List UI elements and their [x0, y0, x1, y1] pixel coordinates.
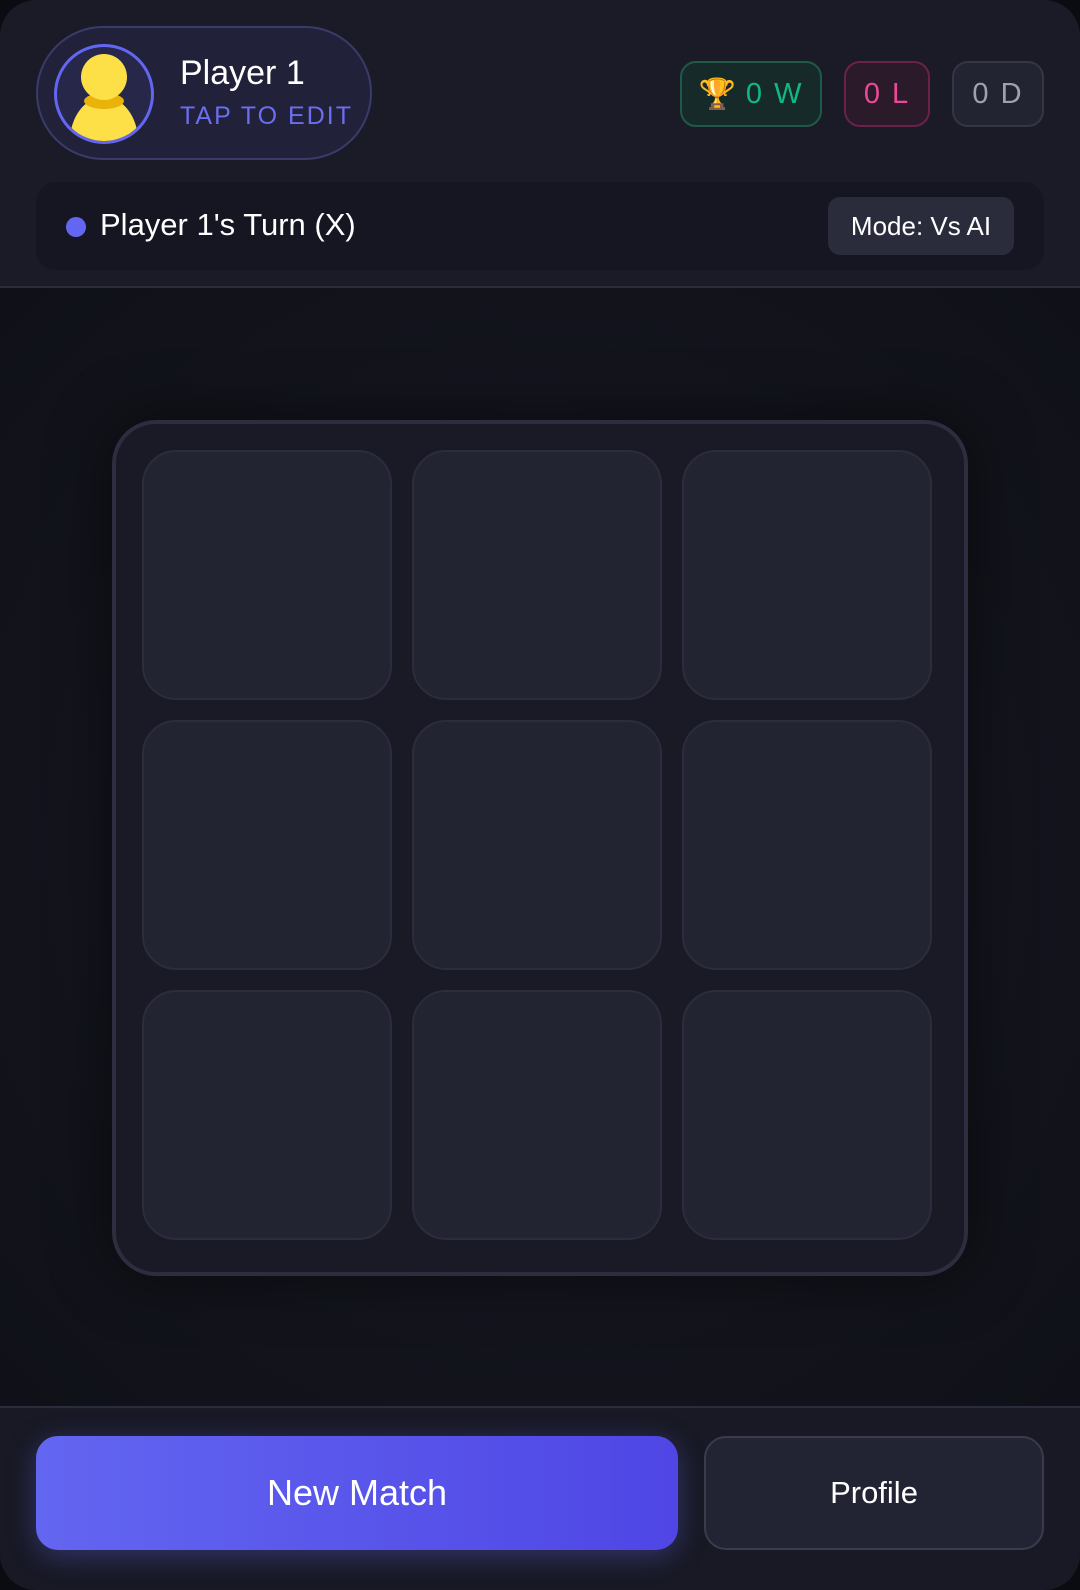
- draws-count: 0 D: [972, 77, 1024, 110]
- losses-count: 0 L: [863, 77, 911, 110]
- board-cell-1[interactable]: [142, 450, 392, 700]
- board-cell-7[interactable]: [142, 990, 392, 1240]
- game-screen: Player 1 TAP TO EDIT 🏆 0 W 0 L 0 D Playe…: [0, 0, 1080, 1590]
- mode-badge[interactable]: Mode: Vs AI: [828, 197, 1014, 255]
- board-cell-2[interactable]: [412, 450, 662, 700]
- turn-status-bar: Player 1's Turn (X) Mode: Vs AI: [36, 182, 1044, 270]
- avatar: [54, 44, 154, 144]
- game-board: [112, 420, 968, 1276]
- wins-badge: 🏆 0 W: [680, 61, 822, 127]
- profile-button[interactable]: Profile: [704, 1436, 1044, 1550]
- new-match-button[interactable]: New Match: [36, 1436, 678, 1550]
- trophy-icon: 🏆: [698, 77, 738, 111]
- player-name: Player 1: [180, 54, 305, 92]
- turn-indicator-dot: [66, 217, 86, 237]
- draws-badge: 0 D: [952, 61, 1044, 127]
- header: Player 1 TAP TO EDIT 🏆 0 W 0 L 0 D Playe…: [0, 0, 1080, 288]
- footer-actions: New Match Profile: [0, 1406, 1080, 1590]
- losses-badge: 0 L: [844, 61, 930, 127]
- player-profile-pill[interactable]: Player 1 TAP TO EDIT: [36, 26, 372, 160]
- edit-hint: TAP TO EDIT: [180, 102, 353, 130]
- board-cell-3[interactable]: [682, 450, 932, 700]
- wins-count: 0 W: [745, 77, 804, 110]
- board-cell-5[interactable]: [412, 720, 662, 970]
- board-cell-6[interactable]: [682, 720, 932, 970]
- turn-text: Player 1's Turn (X): [100, 207, 356, 242]
- board-cell-9[interactable]: [682, 990, 932, 1240]
- person-icon: [70, 54, 138, 141]
- board-cell-8[interactable]: [412, 990, 662, 1240]
- board-area: [0, 288, 1080, 1406]
- board-cell-4[interactable]: [142, 720, 392, 970]
